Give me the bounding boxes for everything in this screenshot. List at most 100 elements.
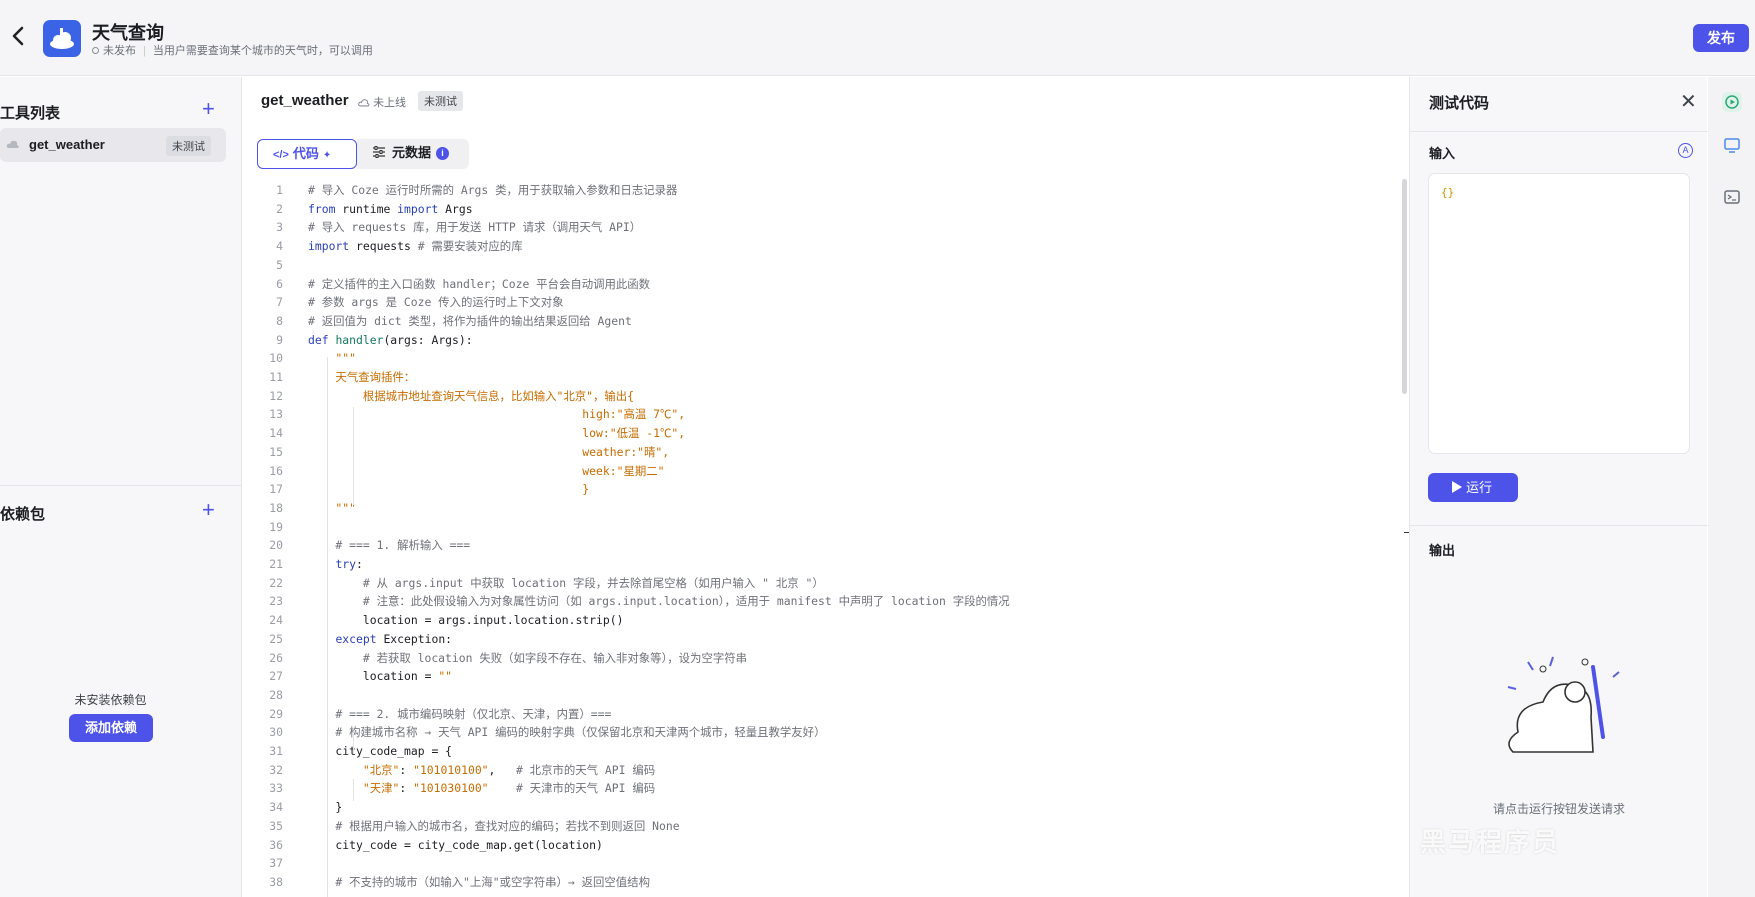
- cloud-icon: [6, 140, 19, 148]
- code-line: 28: [243, 686, 1393, 705]
- test-panel: 测试代码 ✕ 输入 A {} 运行 输出 请点击运行按钮发送请求: [1409, 77, 1708, 897]
- code-text: # 注意：此处假设输入为对象属性访问（如 args.input.location…: [308, 594, 1010, 609]
- code-line: 10 """: [243, 349, 1393, 368]
- code-text: # 若获取 location 失败（如字段不存在、输入非对象等），设为空字符串: [308, 650, 748, 665]
- tool-item-get-weather[interactable]: get_weather 未测试: [0, 128, 226, 162]
- line-number: 13: [269, 407, 283, 422]
- line-number: 8: [276, 313, 283, 328]
- code-text: location = "": [308, 669, 453, 684]
- indent-guide: [353, 734, 354, 754]
- ai-generate-icon[interactable]: A: [1678, 143, 1693, 158]
- top-bar: 天气查询 未发布 | 当用户需要查询某个城市的天气时，可以调用 发布: [0, 0, 1755, 76]
- code-line: 20 # === 1. 解析输入 ===: [243, 536, 1393, 555]
- divider: [1410, 131, 1708, 132]
- play-icon: [1452, 481, 1462, 493]
- line-number: 26: [269, 650, 283, 665]
- code-text: city_code_map = {: [308, 744, 453, 758]
- code-text: "天津": "101030100" # 天津市的天气 API 编码: [362, 781, 656, 796]
- line-number: 1: [276, 183, 283, 197]
- code-line: 15 weather:"晴",: [243, 443, 1393, 462]
- add-deps-button[interactable]: 添加依赖: [69, 714, 153, 742]
- code-line: 3 # 导入 requests 库，用于发送 HTTP 请求（调用天气 API）: [243, 218, 1393, 237]
- line-number: 3: [276, 220, 283, 235]
- line-number: 5: [276, 257, 283, 272]
- code-line: 26 # 若获取 location 失败（如字段不存在、输入非对象等），设为空字…: [243, 649, 1393, 668]
- publish-button[interactable]: 发布: [1693, 24, 1749, 52]
- code-text: import requests # 需要安装对应的库: [308, 239, 523, 254]
- run-label: 运行: [1466, 480, 1493, 495]
- code-text: low:"低温 -1℃",: [308, 426, 686, 441]
- code-text: week:"星期二": [308, 463, 665, 478]
- code-line: 33 "天津": "101030100" # 天津市的天气 API 编码: [243, 779, 1393, 798]
- terminal-icon[interactable]: [1722, 187, 1742, 207]
- line-number: 25: [269, 631, 283, 646]
- input-label: 输入: [1429, 146, 1456, 161]
- tools-title: 工具列表: [0, 105, 61, 122]
- cloud-icon: [358, 99, 370, 107]
- code-line: 31 city_code_map = {: [243, 742, 1393, 761]
- sparkle-icon: ✦: [322, 150, 332, 161]
- code-line: 6 # 定义插件的主入口函数 handler；Coze 平台会自动调用此函数: [243, 275, 1393, 294]
- code-line: 13 high:"高温 7℃",: [243, 405, 1393, 424]
- code-line: 11 天气查询插件：: [243, 368, 1393, 387]
- code-text: # 构建城市名称 → 天气 API 编码的映射字典（仅保留北京和天津两个城市，轻…: [308, 725, 826, 740]
- line-number: 7: [276, 295, 283, 310]
- line-number: 14: [269, 426, 283, 441]
- add-tool-plus-icon[interactable]: +: [202, 98, 215, 120]
- code-line: 36 city_code = city_code_map.get(locatio…: [243, 836, 1393, 855]
- app-description: 当用户需要查询某个城市的天气时，可以调用: [152, 45, 373, 57]
- tab-metadata[interactable]: 元数据 i: [357, 139, 469, 169]
- code-line: 4 import requests # 需要安装对应的库: [243, 237, 1393, 256]
- code-line: 19: [243, 518, 1393, 537]
- code-editor[interactable]: 1 # 导入 Coze 运行时所需的 Args 类，用于获取输入参数和日志记录器 2…: [243, 179, 1393, 897]
- close-icon[interactable]: ✕: [1680, 89, 1697, 114]
- code-text: # 定义插件的主入口函数 handler；Coze 平台会自动调用此函数: [308, 276, 651, 291]
- code-line: 1 # 导入 Coze 运行时所需的 Args 类，用于获取输入参数和日志记录器: [243, 181, 1393, 200]
- line-number: 32: [269, 762, 283, 777]
- code-text: """: [308, 351, 357, 366]
- code-line: 27 location = "": [243, 667, 1393, 686]
- output-label: 输出: [1429, 543, 1456, 558]
- code-text: city_code = city_code_map.get(location): [308, 837, 603, 852]
- code-line: 25 except Exception:: [243, 630, 1393, 649]
- line-number: 31: [269, 744, 283, 758]
- left-panel: 工具列表 + get_weather 未测试 依赖包 + 未安装依赖包 添加依赖: [0, 77, 242, 897]
- code-text: }: [308, 800, 343, 815]
- line-number: 15: [269, 444, 283, 459]
- sliders-icon: [373, 146, 385, 158]
- add-dep-plus-icon[interactable]: +: [202, 499, 215, 521]
- code-line: 5: [243, 256, 1393, 275]
- test-status-badge: 未测试: [418, 91, 463, 111]
- indent-guide: [327, 357, 328, 897]
- code-line: 32 "北京": "101010100", # 北京市的天气 API 编码: [243, 761, 1393, 780]
- back-arrow-icon[interactable]: [8, 24, 32, 52]
- editor-scrollbar[interactable]: [1402, 179, 1407, 394]
- run-button[interactable]: 运行: [1428, 473, 1518, 502]
- code-line: 21 try:: [243, 555, 1393, 574]
- app-logo: [43, 20, 81, 57]
- monitor-icon[interactable]: [1722, 135, 1742, 155]
- tab-code-label: 代码: [292, 146, 319, 161]
- divider: [1410, 525, 1708, 526]
- line-number: 24: [269, 613, 283, 628]
- line-number: 28: [269, 687, 283, 702]
- code-text: 天气查询插件：: [308, 370, 416, 384]
- code-text: # === 2. 城市编码映射（仅北京、天津，内置）===: [308, 706, 612, 721]
- online-status: 未上线: [358, 94, 406, 110]
- code-line: 30 # 构建城市名称 → 天气 API 编码的映射字典（仅保留北京和天津两个城…: [243, 723, 1393, 742]
- code-text: # 不支持的城市（如输入"上海"或空字符串）→ 返回空值结构: [308, 874, 650, 889]
- editor-panel: get_weather 未上线 未测试 元数据 i </> 代码 ✦ 1 # 导入 Co…: [243, 77, 1412, 897]
- code-line: 34 }: [243, 798, 1393, 817]
- deps-title: 依赖包: [0, 506, 46, 523]
- line-number: 37: [269, 856, 283, 871]
- watermark: 黑马程序员: [1420, 827, 1561, 857]
- code-line: 18 """: [243, 499, 1393, 518]
- input-value: {}: [1441, 186, 1455, 199]
- run-test-icon[interactable]: [1722, 92, 1742, 112]
- test-input-field[interactable]: {}: [1428, 173, 1690, 454]
- info-icon: i: [436, 147, 450, 160]
- tab-code[interactable]: </> 代码 ✦: [257, 139, 357, 169]
- line-number: 30: [269, 725, 283, 740]
- code-line: 12 根据城市地址查询天气信息，比如输入"北京"，输出{: [243, 387, 1393, 406]
- code-text: try:: [335, 557, 363, 571]
